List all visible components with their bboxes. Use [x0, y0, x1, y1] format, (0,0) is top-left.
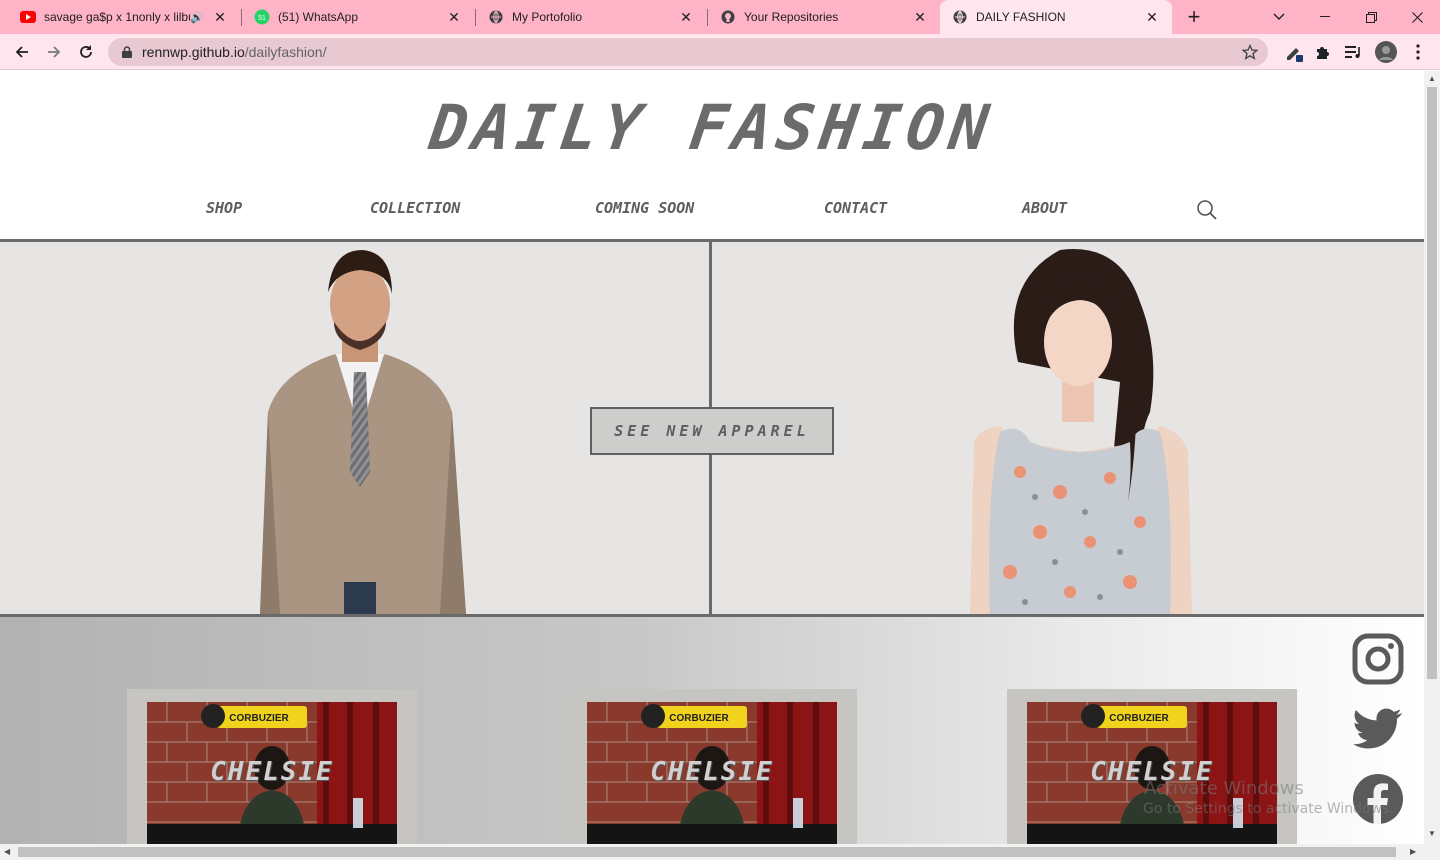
close-tab-icon[interactable]: ✕ — [446, 9, 462, 26]
nav-link-contact[interactable]: CONTACT — [824, 199, 887, 217]
back-button[interactable] — [8, 38, 36, 66]
reload-icon — [80, 45, 92, 58]
nav-link-shop[interactable]: SHOP — [206, 199, 242, 217]
url-host: rennwp.github.io — [142, 44, 245, 60]
media-control-icon[interactable] — [1342, 40, 1366, 64]
forward-button[interactable] — [40, 38, 68, 66]
tab-title: (51) WhatsApp — [278, 10, 359, 24]
tab-title: Your Repositories — [744, 10, 839, 24]
windows-activation-watermark: Activate Windows — [1144, 778, 1304, 799]
browser-toolbar: rennwp.github.io/dailyfashion/ — [0, 34, 1440, 70]
instagram-icon[interactable] — [1352, 633, 1404, 685]
restore-button[interactable] — [1348, 0, 1394, 34]
scroll-right-arrow-icon[interactable]: ▶ — [1410, 847, 1416, 856]
url-text: rennwp.github.io/dailyfashion/ — [142, 44, 326, 60]
tab-title: savage ga$p x 1nonly x lilbu — [44, 10, 191, 24]
site-logo-title[interactable]: DAILY FASHION — [0, 91, 1424, 164]
minimize-button[interactable] — [1302, 0, 1348, 34]
address-bar[interactable]: rennwp.github.io/dailyfashion/ — [108, 38, 1268, 66]
close-window-button[interactable] — [1394, 0, 1440, 34]
browser-tab-active[interactable]: DAILY FASHION ✕ — [940, 0, 1172, 34]
vertical-scrollbar[interactable]: ▲ ▼ — [1424, 71, 1440, 844]
url-path: /dailyfashion/ — [244, 44, 327, 60]
scroll-up-arrow-icon[interactable]: ▲ — [1428, 74, 1436, 83]
reload-button[interactable] — [72, 38, 100, 66]
globe-icon — [952, 9, 968, 25]
vertical-scroll-thumb[interactable] — [1427, 87, 1437, 679]
close-tab-icon[interactable]: ✕ — [912, 9, 928, 26]
twitter-icon[interactable] — [1352, 703, 1404, 755]
lock-icon[interactable] — [120, 45, 134, 59]
hero-banner: SEE NEW APPAREL — [0, 239, 1424, 617]
card-label: CHELSIE — [650, 757, 774, 787]
browser-tab[interactable]: savage ga$p x 1nonly x lilbu 🔊 ✕ — [8, 0, 240, 34]
podcast-logo-text: CORBUZIER — [669, 713, 729, 724]
tab-title: DAILY FASHION — [976, 10, 1066, 24]
scroll-left-arrow-icon[interactable]: ◀ — [4, 847, 10, 856]
new-tab-button[interactable]: + — [1180, 0, 1208, 34]
nav-link-collection[interactable]: COLLECTION — [370, 199, 460, 217]
featured-card[interactable]: CORBUZIER CHELSIE — [127, 689, 417, 844]
tab-search-icon[interactable] — [1256, 0, 1302, 34]
podcast-logo-text: CORBUZIER — [1109, 713, 1169, 724]
featured-card[interactable]: CORBUZIER CHELSIE — [567, 689, 857, 844]
arrow-left-icon — [15, 46, 28, 58]
windows-activation-hint: Go to Settings to activate Windows. — [1143, 801, 1394, 817]
horizontal-scrollbar[interactable]: ◀ ▶ — [0, 844, 1440, 860]
card-label: CHELSIE — [210, 757, 334, 787]
featured-card[interactable]: CORBUZIER CHELSIE — [1007, 689, 1297, 844]
svg-text:51: 51 — [258, 15, 266, 22]
female-model-image — [970, 249, 1192, 614]
webpage: DAILY FASHION SHOP COLLECTION COMING SOO… — [0, 71, 1424, 844]
globe-icon — [488, 9, 504, 25]
bookmark-star-icon[interactable] — [1241, 43, 1259, 65]
youtube-icon — [20, 9, 36, 25]
nav-link-coming-soon[interactable]: COMING SOON — [595, 199, 694, 217]
podcast-logo-text: CORBUZIER — [229, 713, 289, 724]
search-icon[interactable] — [1196, 199, 1218, 221]
profile-avatar[interactable] — [1374, 40, 1398, 64]
nav-link-about[interactable]: ABOUT — [1022, 199, 1067, 217]
browser-tab-strip: savage ga$p x 1nonly x lilbu 🔊 ✕ 51 (51)… — [0, 0, 1440, 34]
extensions-puzzle-icon[interactable] — [1310, 40, 1334, 64]
main-navigation: SHOP COLLECTION COMING SOON CONTACT ABOU… — [0, 199, 1424, 223]
male-model-image — [260, 250, 466, 614]
browser-tab[interactable]: My Portofolio ✕ — [476, 0, 706, 34]
facebook-icon[interactable] — [1352, 773, 1404, 825]
close-tab-icon[interactable]: ✕ — [678, 9, 694, 26]
browser-menu-icon[interactable] — [1406, 40, 1430, 64]
close-tab-icon[interactable]: ✕ — [1144, 9, 1160, 26]
close-tab-icon[interactable]: ✕ — [212, 9, 228, 26]
browser-tab[interactable]: Your Repositories ✕ — [708, 0, 940, 34]
see-new-apparel-button[interactable]: SEE NEW APPAREL — [590, 407, 834, 455]
audio-playing-icon[interactable]: 🔊 — [190, 11, 204, 24]
tab-title: My Portofolio — [512, 10, 583, 24]
horizontal-scroll-thumb[interactable] — [18, 847, 1396, 857]
arrow-right-icon — [48, 46, 61, 58]
pen-extension-icon[interactable] — [1282, 40, 1306, 64]
github-icon — [720, 9, 736, 25]
whatsapp-icon: 51 — [254, 9, 270, 25]
browser-tab[interactable]: 51 (51) WhatsApp ✕ — [242, 0, 474, 34]
scroll-down-arrow-icon[interactable]: ▼ — [1428, 829, 1436, 838]
